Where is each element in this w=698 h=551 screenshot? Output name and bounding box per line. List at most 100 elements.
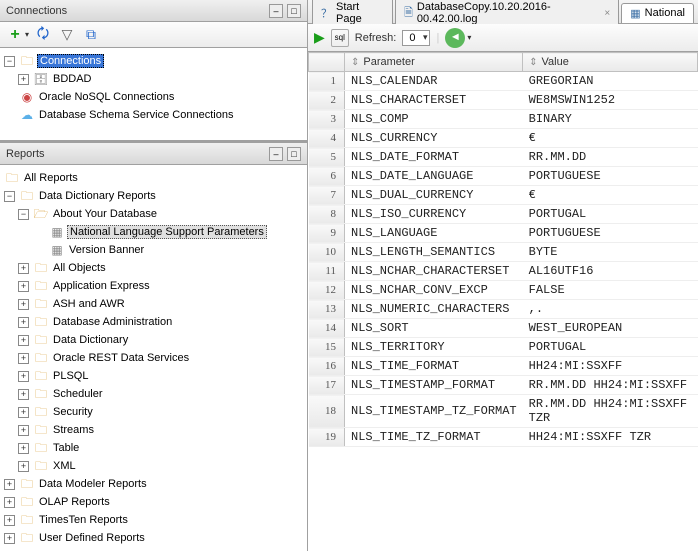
cell-value[interactable]: PORTUGAL bbox=[523, 205, 698, 224]
cell-value[interactable]: RR.MM.DD bbox=[523, 148, 698, 167]
cell-parameter[interactable]: NLS_TERRITORY bbox=[345, 338, 523, 357]
expand-icon[interactable]: + bbox=[4, 533, 15, 544]
expand-icon[interactable]: + bbox=[18, 425, 29, 436]
table-row[interactable]: 10NLS_LENGTH_SEMANTICSBYTE bbox=[309, 243, 698, 262]
cell-parameter[interactable]: NLS_DUAL_CURRENCY bbox=[345, 186, 523, 205]
report-group-node[interactable]: +🗀Streams bbox=[2, 421, 305, 439]
cell-parameter[interactable]: NLS_CHARACTERSET bbox=[345, 91, 523, 110]
cell-parameter[interactable]: NLS_LANGUAGE bbox=[345, 224, 523, 243]
cell-parameter[interactable]: NLS_TIME_FORMAT bbox=[345, 357, 523, 376]
expand-icon[interactable]: + bbox=[18, 389, 29, 400]
minimize-icon[interactable]: – bbox=[269, 4, 283, 18]
maximize-icon[interactable]: □ bbox=[287, 147, 301, 161]
cell-parameter[interactable]: NLS_TIMESTAMP_TZ_FORMAT bbox=[345, 395, 523, 428]
refresh-icon[interactable]: 🗘 bbox=[33, 25, 53, 45]
expand-icon[interactable]: + bbox=[18, 407, 29, 418]
all-reports-node[interactable]: 🗀 All Reports bbox=[2, 169, 305, 187]
table-row[interactable]: 9NLS_LANGUAGEPORTUGUESE bbox=[309, 224, 698, 243]
cell-parameter[interactable]: NLS_DATE_FORMAT bbox=[345, 148, 523, 167]
table-row[interactable]: 5NLS_DATE_FORMATRR.MM.DD bbox=[309, 148, 698, 167]
table-row[interactable]: 12NLS_NCHAR_CONV_EXCPFALSE bbox=[309, 281, 698, 300]
expand-icon[interactable]: + bbox=[4, 497, 15, 508]
expand-icon[interactable]: + bbox=[18, 353, 29, 364]
cell-parameter[interactable]: NLS_TIMESTAMP_FORMAT bbox=[345, 376, 523, 395]
about-database-node[interactable]: − 🗁 About Your Database bbox=[2, 205, 305, 223]
table-row[interactable]: 7NLS_DUAL_CURRENCY€ bbox=[309, 186, 698, 205]
table-row[interactable]: 3NLS_COMPBINARY bbox=[309, 110, 698, 129]
minimize-icon[interactable]: – bbox=[269, 147, 283, 161]
reports-tree[interactable]: 🗀 All Reports − 🗀 Data Dictionary Report… bbox=[0, 165, 307, 551]
cell-value[interactable]: PORTUGUESE bbox=[523, 167, 698, 186]
connection-item-schema[interactable]: ☁ Database Schema Service Connections bbox=[2, 106, 305, 124]
expand-icon[interactable]: − bbox=[4, 56, 15, 67]
cell-value[interactable]: PORTUGUESE bbox=[523, 224, 698, 243]
maximize-icon[interactable]: □ bbox=[287, 4, 301, 18]
report-group-node[interactable]: +🗀Scheduler bbox=[2, 385, 305, 403]
report-category-node[interactable]: +🗀TimesTen Reports bbox=[2, 511, 305, 529]
expand-icon[interactable]: + bbox=[18, 443, 29, 454]
report-group-node[interactable]: +🗀XML bbox=[2, 457, 305, 475]
expand-icon[interactable]: + bbox=[18, 263, 29, 274]
table-row[interactable]: 13NLS_NUMERIC_CHARACTERS,. bbox=[309, 300, 698, 319]
sql-button[interactable]: sql bbox=[331, 29, 349, 47]
filter-icon[interactable]: ▽ bbox=[57, 25, 77, 45]
cell-parameter[interactable]: NLS_ISO_CURRENCY bbox=[345, 205, 523, 224]
cell-value[interactable]: € bbox=[523, 129, 698, 148]
cell-parameter[interactable]: NLS_NCHAR_CONV_EXCP bbox=[345, 281, 523, 300]
cell-value[interactable]: € bbox=[523, 186, 698, 205]
table-row[interactable]: 4NLS_CURRENCY€ bbox=[309, 129, 698, 148]
cell-value[interactable]: WE8MSWIN1252 bbox=[523, 91, 698, 110]
table-row[interactable]: 15NLS_TERRITORYPORTUGAL bbox=[309, 338, 698, 357]
report-category-node[interactable]: +🗀OLAP Reports bbox=[2, 493, 305, 511]
nav-dropdown-icon[interactable]: ▾ bbox=[467, 33, 471, 42]
report-category-node[interactable]: +🗀User Defined Reports bbox=[2, 529, 305, 547]
report-group-node[interactable]: +🗀All Objects bbox=[2, 259, 305, 277]
report-group-node[interactable]: +🗀Table bbox=[2, 439, 305, 457]
cell-value[interactable]: PORTUGAL bbox=[523, 338, 698, 357]
table-row[interactable]: 18NLS_TIMESTAMP_TZ_FORMATRR.MM.DD HH24:M… bbox=[309, 395, 698, 428]
connection-item-bddad[interactable]: + 🗄 BDDAD bbox=[2, 70, 305, 88]
report-group-node[interactable]: +🗀Database Administration bbox=[2, 313, 305, 331]
expand-icon[interactable]: + bbox=[18, 371, 29, 382]
results-grid[interactable]: ⇕Parameter ⇕Value 1NLS_CALENDARGREGORIAN… bbox=[308, 52, 698, 551]
expand-icon[interactable]: + bbox=[4, 479, 15, 490]
cell-value[interactable]: ,. bbox=[523, 300, 698, 319]
report-group-node[interactable]: +🗀Data Dictionary bbox=[2, 331, 305, 349]
column-header-parameter[interactable]: ⇕Parameter bbox=[345, 53, 523, 72]
report-group-node[interactable]: +🗀Oracle REST Data Services bbox=[2, 349, 305, 367]
version-banner-node[interactable]: ▦ Version Banner bbox=[2, 241, 305, 259]
tab-national[interactable]: ▦ National bbox=[621, 3, 694, 23]
connections-root[interactable]: − 🗀 Connections bbox=[2, 52, 305, 70]
collapse-icon[interactable]: − bbox=[18, 209, 29, 220]
expand-icon[interactable]: + bbox=[18, 281, 29, 292]
expand-icon[interactable]: + bbox=[18, 74, 29, 85]
cell-value[interactable]: WEST_EUROPEAN bbox=[523, 319, 698, 338]
data-dictionary-reports-node[interactable]: − 🗀 Data Dictionary Reports bbox=[2, 187, 305, 205]
add-connection-button[interactable]: + bbox=[5, 25, 25, 45]
refresh-dropdown[interactable]: 0 bbox=[402, 30, 430, 46]
cell-parameter[interactable]: NLS_CALENDAR bbox=[345, 72, 523, 91]
cell-value[interactable]: BYTE bbox=[523, 243, 698, 262]
connection-item-nosql[interactable]: ◉ Oracle NoSQL Connections bbox=[2, 88, 305, 106]
column-header-value[interactable]: ⇕Value bbox=[523, 53, 698, 72]
cell-parameter[interactable]: NLS_CURRENCY bbox=[345, 129, 523, 148]
close-icon[interactable]: × bbox=[604, 8, 610, 19]
expand-icon[interactable]: + bbox=[18, 461, 29, 472]
cell-parameter[interactable]: NLS_NCHAR_CHARACTERSET bbox=[345, 262, 523, 281]
rownum-header[interactable] bbox=[309, 53, 345, 72]
run-button[interactable]: ▶ bbox=[314, 29, 325, 46]
table-row[interactable]: 19NLS_TIME_TZ_FORMATHH24:MI:SSXFF TZR bbox=[309, 428, 698, 447]
table-row[interactable]: 1NLS_CALENDARGREGORIAN bbox=[309, 72, 698, 91]
connections-tree[interactable]: − 🗀 Connections + 🗄 BDDAD ◉ Oracle NoSQL… bbox=[0, 48, 307, 140]
cell-parameter[interactable]: NLS_DATE_LANGUAGE bbox=[345, 167, 523, 186]
cell-parameter[interactable]: NLS_COMP bbox=[345, 110, 523, 129]
cell-value[interactable]: GREGORIAN bbox=[523, 72, 698, 91]
report-group-node[interactable]: +🗀Security bbox=[2, 403, 305, 421]
table-row[interactable]: 11NLS_NCHAR_CHARACTERSETAL16UTF16 bbox=[309, 262, 698, 281]
table-row[interactable]: 16NLS_TIME_FORMATHH24:MI:SSXFF bbox=[309, 357, 698, 376]
nav-back-button[interactable]: ◄ bbox=[445, 28, 465, 48]
expand-icon[interactable]: + bbox=[18, 317, 29, 328]
cell-value[interactable]: AL16UTF16 bbox=[523, 262, 698, 281]
expand-icon[interactable]: + bbox=[18, 299, 29, 310]
cell-value[interactable]: FALSE bbox=[523, 281, 698, 300]
